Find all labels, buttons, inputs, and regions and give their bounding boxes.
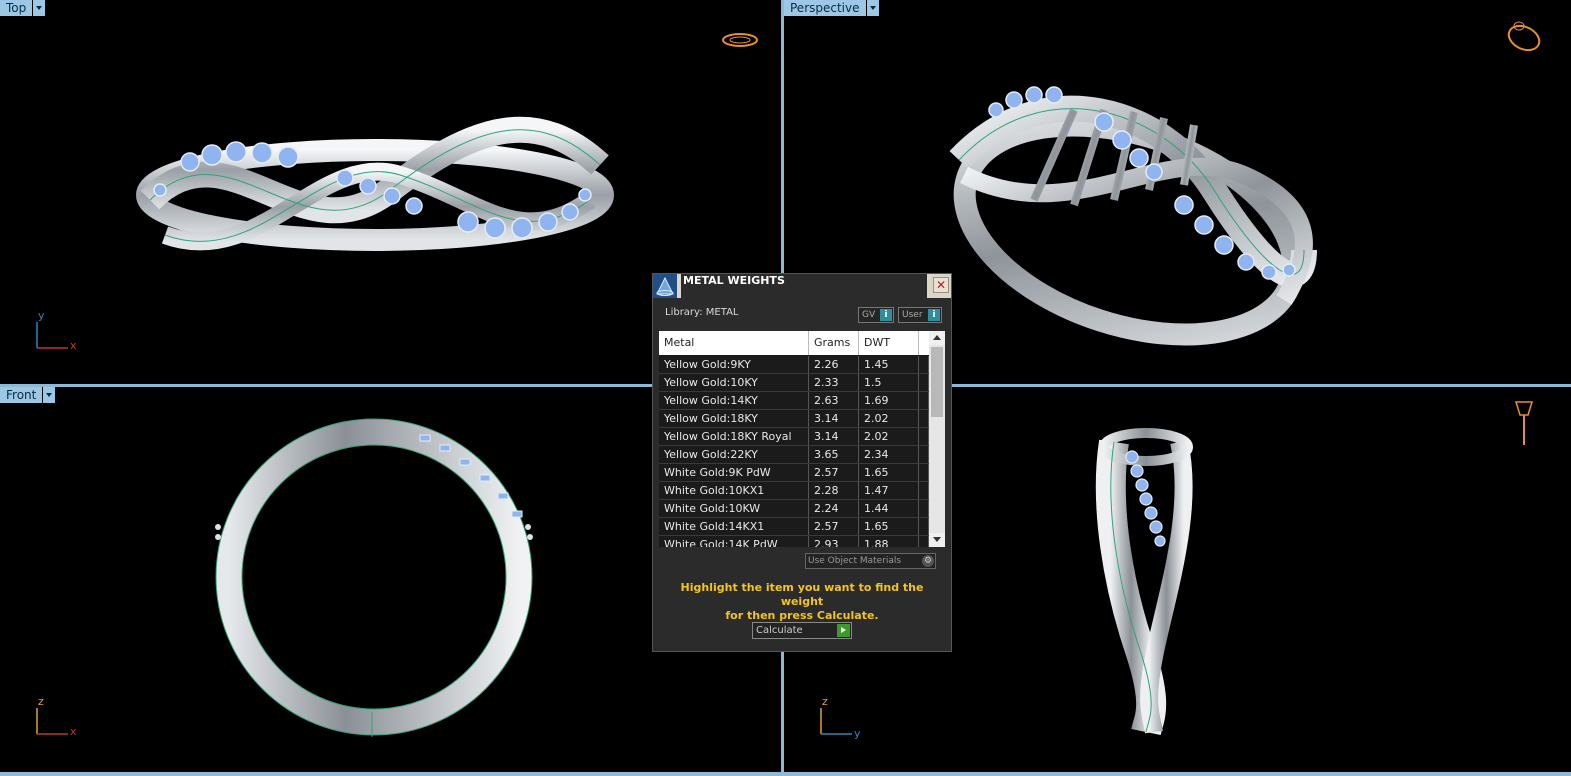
table-cell-metal: Yellow Gold:18KY Royal — [659, 428, 809, 445]
metal-weights-table[interactable]: Metal Grams DWT Yellow Gold:9KY 2.26 1.45 Y… — [659, 331, 945, 547]
table-cell-grams: 2.24 — [809, 500, 859, 517]
use-object-materials-field[interactable]: Use Object Materials ⚙ — [805, 553, 936, 569]
table-cell-dwt: 1.5 — [859, 374, 919, 391]
table-cell-grams: 3.65 — [809, 446, 859, 463]
table-cell-metal: Yellow Gold:9KY — [659, 356, 809, 373]
column-header-metal[interactable]: Metal — [659, 331, 809, 355]
table-cell-metal: Yellow Gold:14KY — [659, 392, 809, 409]
calculate-button[interactable]: Calculate — [752, 622, 852, 639]
table-cell-spacer — [919, 410, 929, 427]
library-label: Library: METAL — [665, 307, 739, 318]
metal-weights-dialog[interactable]: METAL WEIGHTS ✕ Library: METAL GV i User… — [652, 273, 952, 652]
table-cell-dwt: 1.88 — [859, 536, 919, 547]
table-cell-dwt: 2.02 — [859, 428, 919, 445]
table-cell-grams: 2.57 — [809, 518, 859, 535]
table-cell-spacer — [919, 464, 929, 481]
table-row[interactable]: Yellow Gold:22KY 3.65 2.34 — [659, 446, 929, 464]
table-scrollbar[interactable] — [929, 331, 945, 547]
table-cell-metal: White Gold:14KX1 — [659, 518, 809, 535]
scroll-down-icon[interactable] — [929, 533, 945, 547]
axis-label-z: z — [38, 695, 44, 708]
table-cell-spacer — [919, 518, 929, 535]
scroll-thumb[interactable] — [931, 347, 943, 417]
table-cell-metal: Yellow Gold:22KY — [659, 446, 809, 463]
table-cell-spacer — [919, 536, 929, 547]
instruction-line-1: Highlight the item you want to find the … — [680, 581, 924, 608]
table-cell-spacer — [919, 500, 929, 517]
scroll-up-icon[interactable] — [929, 331, 945, 345]
dialog-title: METAL WEIGHTS — [681, 274, 927, 298]
user-button-label: User — [902, 310, 923, 320]
info-icon[interactable]: i — [928, 309, 940, 321]
table-cell-spacer — [919, 374, 929, 391]
close-icon[interactable]: ✕ — [933, 277, 949, 293]
table-cell-dwt: 1.45 — [859, 356, 919, 373]
play-icon[interactable] — [837, 624, 850, 637]
table-cell-metal: Yellow Gold:10KY — [659, 374, 809, 391]
table-cell-dwt: 1.47 — [859, 482, 919, 499]
table-cell-metal: White Gold:10KX1 — [659, 482, 809, 499]
axis-label-y: y — [854, 727, 861, 740]
table-cell-dwt: 1.44 — [859, 500, 919, 517]
table-header: Metal Grams DWT — [659, 331, 929, 355]
table-cell-grams: 2.26 — [809, 356, 859, 373]
table-cell-spacer — [919, 446, 929, 463]
table-row[interactable]: Yellow Gold:18KY Royal 3.14 2.02 — [659, 428, 929, 446]
table-cell-spacer — [919, 428, 929, 445]
table-row[interactable]: White Gold:10KX1 2.28 1.47 — [659, 482, 929, 500]
table-cell-dwt: 2.02 — [859, 410, 919, 427]
table-cell-grams: 2.57 — [809, 464, 859, 481]
table-row[interactable]: Yellow Gold:9KY 2.26 1.45 — [659, 356, 929, 374]
table-body: Yellow Gold:9KY 2.26 1.45 Yellow Gold:10KY 2… — [659, 356, 929, 547]
table-row[interactable]: White Gold:9K PdW 2.57 1.65 — [659, 464, 929, 482]
table-cell-grams: 2.93 — [809, 536, 859, 547]
table-cell-spacer — [919, 356, 929, 373]
table-cell-grams: 3.14 — [809, 428, 859, 445]
gv-button[interactable]: GV i — [858, 307, 894, 323]
table-row[interactable]: Yellow Gold:14KY 2.63 1.69 — [659, 392, 929, 410]
table-cell-grams: 2.28 — [809, 482, 859, 499]
axis-label-x: x — [70, 725, 77, 738]
instruction-line-2: for then press Calculate. — [725, 609, 879, 622]
table-row[interactable]: White Gold:10KW 2.24 1.44 — [659, 500, 929, 518]
use-object-materials-label: Use Object Materials — [808, 556, 902, 566]
table-cell-metal: Yellow Gold:18KY — [659, 410, 809, 427]
table-cell-dwt: 1.65 — [859, 464, 919, 481]
gv-button-label: GV — [862, 310, 876, 320]
table-cell-dwt: 1.65 — [859, 518, 919, 535]
axis-label-y: y — [38, 309, 45, 322]
user-button[interactable]: User i — [898, 307, 942, 323]
table-cell-metal: White Gold:9K PdW — [659, 464, 809, 481]
table-row[interactable]: Yellow Gold:10KY 2.33 1.5 — [659, 374, 929, 392]
column-header-grams[interactable]: Grams — [809, 331, 859, 355]
table-row[interactable]: Yellow Gold:18KY 3.14 2.02 — [659, 410, 929, 428]
gemvision-logo-icon — [653, 274, 677, 298]
axis-label-x: x — [70, 339, 77, 352]
table-cell-dwt: 1.69 — [859, 392, 919, 409]
column-header-dwt[interactable]: DWT — [859, 331, 919, 355]
table-cell-dwt: 2.34 — [859, 446, 919, 463]
gear-icon[interactable]: ⚙ — [922, 555, 934, 567]
table-row[interactable]: White Gold:14K PdW 2.93 1.88 — [659, 536, 929, 547]
table-cell-spacer — [919, 482, 929, 499]
info-icon[interactable]: i — [880, 309, 892, 321]
table-cell-grams: 2.63 — [809, 392, 859, 409]
table-cell-grams: 3.14 — [809, 410, 859, 427]
instruction-text: Highlight the item you want to find the … — [663, 581, 941, 623]
table-cell-metal: White Gold:14K PdW — [659, 536, 809, 547]
table-row[interactable]: White Gold:14KX1 2.57 1.65 — [659, 518, 929, 536]
dialog-titlebar[interactable]: METAL WEIGHTS ✕ — [653, 274, 951, 298]
table-cell-grams: 2.33 — [809, 374, 859, 391]
axis-label-z: z — [822, 695, 828, 708]
viewport-bottom-border — [0, 772, 1571, 776]
table-cell-spacer — [919, 392, 929, 409]
calculate-button-label: Calculate — [756, 625, 803, 636]
table-cell-metal: White Gold:10KW — [659, 500, 809, 517]
